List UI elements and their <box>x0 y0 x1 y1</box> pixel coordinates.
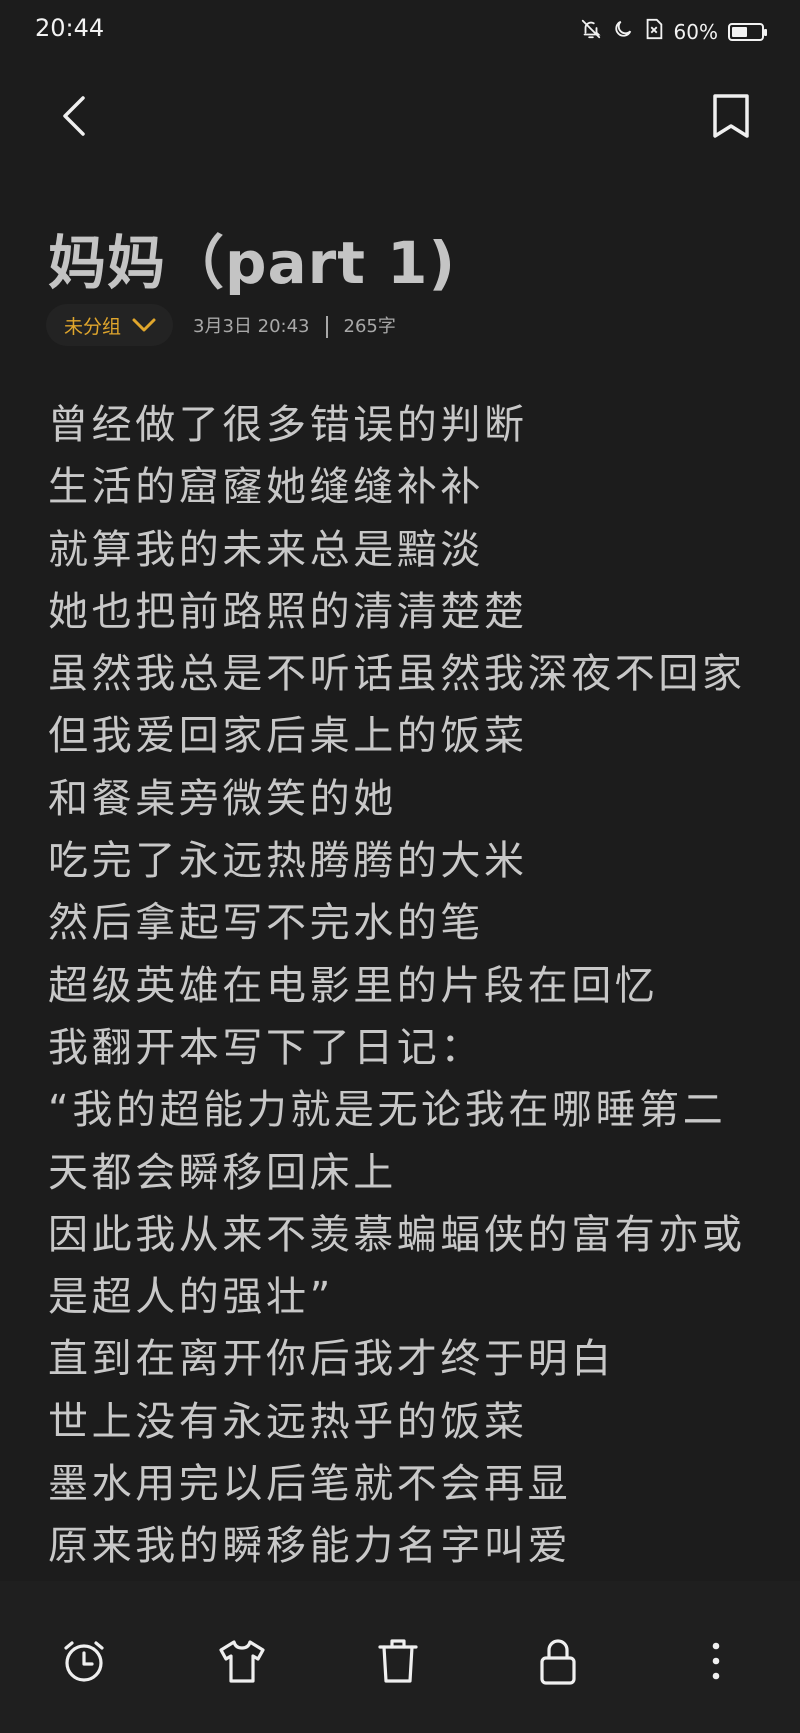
bottom-toolbar <box>0 1581 800 1733</box>
status-icons: 60% <box>580 18 767 45</box>
note-line: 因此我从来不羡慕蝙蝠侠的富有亦或 <box>48 1211 746 1258</box>
status-bar: 20:44 60% <box>0 0 800 62</box>
note-line: 我翻开本写下了日记： <box>48 1024 484 1071</box>
delete-button[interactable] <box>370 1633 426 1689</box>
note-line: 生活的窟窿她缝缝补补 <box>48 464 484 511</box>
skin-button[interactable] <box>214 1633 270 1689</box>
bookmark-icon <box>713 94 749 138</box>
lock-icon <box>540 1639 576 1685</box>
moon-icon <box>612 18 634 45</box>
status-time: 20:44 <box>35 14 105 42</box>
note-body[interactable]: 曾经做了很多错误的判断 生活的窟窿她缝缝补补 就算我的未来总是黯淡 她也把前路照… <box>48 394 768 1578</box>
chevron-left-icon <box>63 96 85 136</box>
note-line: 直到在离开你后我才终于明白 <box>48 1336 615 1383</box>
battery-icon <box>728 22 767 41</box>
alarm-clock-icon <box>64 1641 104 1682</box>
chevron-down-icon <box>132 318 156 332</box>
group-selector[interactable]: 未分组 <box>46 304 174 346</box>
note-line: 超级英雄在电影里的片段在回忆 <box>48 962 659 1009</box>
note-line: 就算我的未来总是黯淡 <box>48 526 484 573</box>
more-vertical-icon <box>712 1642 720 1680</box>
note-line: 天都会瞬移回床上 <box>48 1149 397 1196</box>
note-title[interactable]: 妈妈（part 1) <box>48 216 456 300</box>
note-date: 3月3日 20:43 <box>193 316 310 337</box>
back-button[interactable] <box>52 86 96 146</box>
note-line: “我的超能力就是无论我在哪睡第二 <box>48 1087 727 1134</box>
bell-off-icon <box>580 18 602 45</box>
battery-text: 60% <box>673 19 718 44</box>
word-count: 265字 <box>343 316 396 337</box>
note-meta: 未分组 3月3日 20:43 265字 <box>46 304 396 346</box>
note-line: 和餐桌旁微笑的她 <box>48 775 397 822</box>
note-line: 然后拿起写不完水的笔 <box>48 900 484 947</box>
group-label: 未分组 <box>64 315 122 338</box>
t-shirt-icon <box>219 1640 265 1683</box>
note-line: 吃完了永远热腾腾的大米 <box>48 838 528 885</box>
note-line: 曾经做了很多错误的判断 <box>48 402 528 448</box>
note-line: 是超人的强壮” <box>48 1274 334 1321</box>
note-line: 墨水用完以后笔就不会再显 <box>48 1461 572 1508</box>
more-button[interactable] <box>688 1633 744 1689</box>
note-line: 她也把前路照的清清楚楚 <box>48 588 528 635</box>
note-line: 世上没有永远热乎的饭菜 <box>48 1398 528 1445</box>
note-line: 原来我的瞬移能力名字叫爱 <box>48 1523 572 1570</box>
reminder-button[interactable] <box>56 1633 112 1689</box>
note-line: 但我爱回家后桌上的饭菜 <box>48 713 528 760</box>
top-bar <box>0 86 800 146</box>
trash-icon <box>378 1639 418 1683</box>
sim-off-icon <box>644 18 664 45</box>
bookmark-button[interactable] <box>706 86 756 146</box>
meta-divider <box>325 316 328 338</box>
lock-button[interactable] <box>530 1633 586 1689</box>
note-line: 虽然我总是不听话虽然我深夜不回家 <box>48 651 746 698</box>
